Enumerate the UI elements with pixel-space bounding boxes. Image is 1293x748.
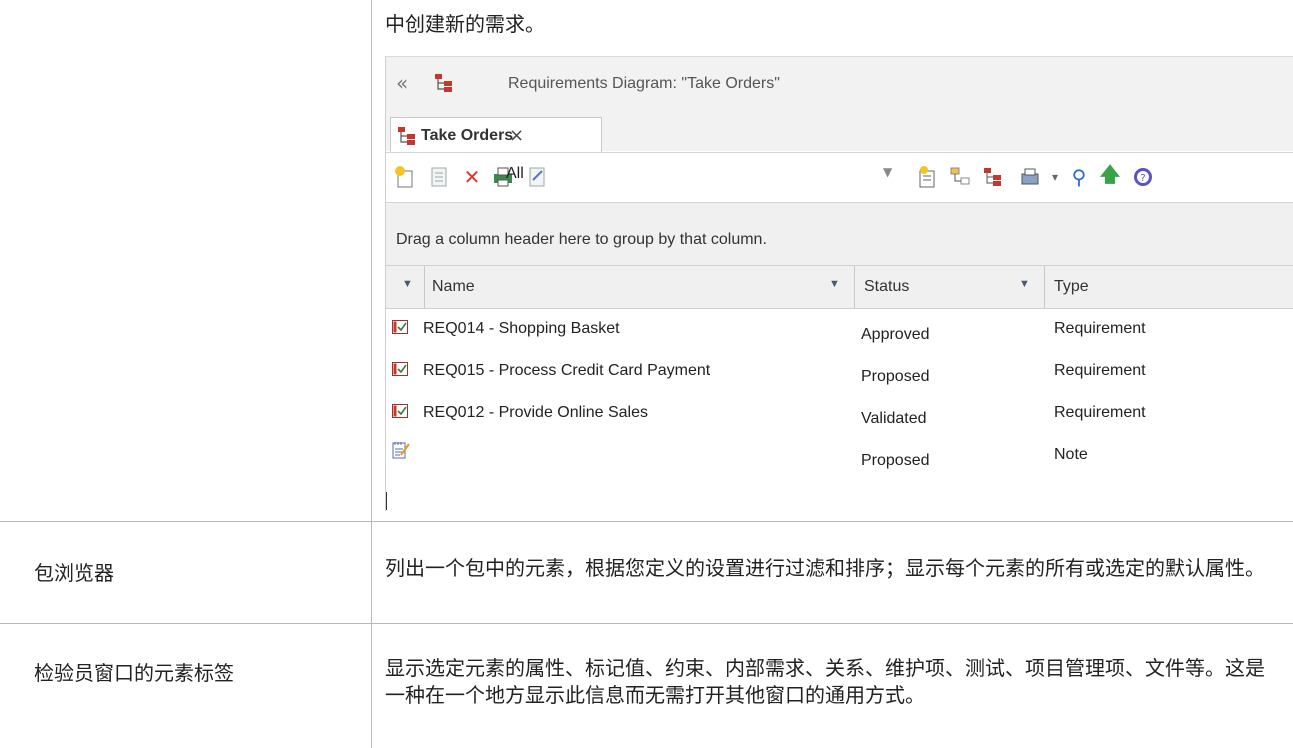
diagram-icon[interactable] [980, 163, 1006, 191]
filter-dropdown-icon[interactable]: ▼ [1019, 278, 1030, 290]
row-status: Validated [861, 410, 927, 427]
column-header-type[interactable]: Type [1044, 266, 1293, 308]
column-divider [371, 0, 372, 748]
table-row[interactable]: REQ012 - Provide Online Sales Validated … [386, 392, 1293, 434]
column-type-label: Type [1054, 278, 1089, 295]
close-icon[interactable]: × [509, 125, 524, 146]
row-type: Note [1054, 446, 1088, 463]
row-status: Approved [861, 326, 930, 343]
column-name-label: Name [432, 278, 475, 295]
help-icon[interactable]: ? [1130, 163, 1156, 191]
row-status: Proposed [861, 452, 930, 469]
triangle-down-icon: ▼ [402, 278, 413, 290]
settings-icon[interactable] [914, 163, 940, 191]
filter-select[interactable]: All [506, 165, 916, 189]
row-name: REQ012 - Provide Online Sales [423, 404, 648, 421]
note-icon [392, 442, 410, 459]
row-status: Proposed [861, 368, 930, 385]
column-header-name[interactable]: Name ▼ [424, 266, 854, 308]
tab-take-orders[interactable]: Take Orders × [390, 117, 602, 153]
properties-icon[interactable] [426, 163, 452, 191]
row-divider [0, 521, 1293, 522]
column-header-status[interactable]: Status ▼ [854, 266, 1044, 308]
collapse-icon[interactable]: « [396, 71, 408, 95]
column-status-label: Status [864, 278, 910, 295]
tab-label: Take Orders [421, 127, 514, 144]
svg-text:?: ? [1140, 173, 1145, 184]
group-by-area[interactable]: Drag a column header here to group by th… [386, 202, 1293, 265]
window-titlebar: « Requirements Diagram: "Take Orders" [386, 56, 1293, 114]
search-icon[interactable]: ⚲ [1066, 163, 1092, 191]
row-type: Requirement [1054, 404, 1146, 421]
row-type: Requirement [1054, 320, 1146, 337]
row-name: REQ014 - Shopping Basket [423, 320, 620, 337]
row-name: REQ015 - Process Credit Card Payment [423, 362, 711, 379]
row-desc-inspector: 显示选定元素的属性、标记值、约束、内部需求、关系、维护项、测试、项目管理项、文件… [385, 656, 1265, 707]
table-row[interactable]: REQ015 - Process Credit Card Payment Pro… [386, 350, 1293, 392]
column-chooser[interactable]: ▼ [386, 266, 424, 308]
content-table: 中创建新的需求。 « Requirements Diagram: "Take O… [0, 0, 1293, 748]
requirement-icon [392, 320, 408, 334]
requirement-icon [392, 404, 408, 418]
toolbar: ✕ All ▼ ▾ ⚲ 🡅 ? [386, 152, 1293, 203]
tab-strip: Take Orders × [386, 113, 1293, 153]
filter-dropdown-icon[interactable]: ▼ [883, 165, 892, 179]
diagram-icon [398, 127, 415, 145]
row-desc-package-browser: 列出一个包中的元素，根据您定义的设置进行过滤和排序；显示每个元素的所有或选定的默… [385, 556, 1265, 580]
table-row[interactable]: REQ014 - Shopping Basket Approved Requir… [386, 308, 1293, 350]
row-type: Requirement [1054, 362, 1146, 379]
table-row[interactable]: Proposed Note [386, 434, 1293, 476]
window-title: Requirements Diagram: "Take Orders" [508, 75, 780, 92]
row-divider [0, 623, 1293, 624]
text-cursor [386, 492, 387, 510]
diagram-icon [435, 74, 452, 92]
requirement-icon [392, 362, 408, 376]
group-hint: Drag a column header here to group by th… [396, 231, 767, 248]
filter-dropdown-icon[interactable]: ▼ [829, 278, 840, 290]
view-hierarchy-icon[interactable] [947, 163, 973, 191]
up-arrow-icon[interactable]: 🡅 [1097, 162, 1123, 191]
package-browser-window: « Requirements Diagram: "Take Orders" Ta… [385, 56, 1293, 511]
options-dropdown-icon[interactable]: ▾ [1042, 163, 1068, 191]
new-element-icon[interactable] [392, 163, 418, 191]
intro-text: 中创建新的需求。 [385, 12, 545, 36]
row-label-inspector: 检验员窗口的元素标签 [34, 661, 234, 685]
column-header-row: ▼ Name ▼ Status ▼ Type [386, 265, 1293, 309]
row-label-package-browser: 包浏览器 [34, 561, 114, 585]
delete-icon[interactable]: ✕ [459, 163, 485, 191]
